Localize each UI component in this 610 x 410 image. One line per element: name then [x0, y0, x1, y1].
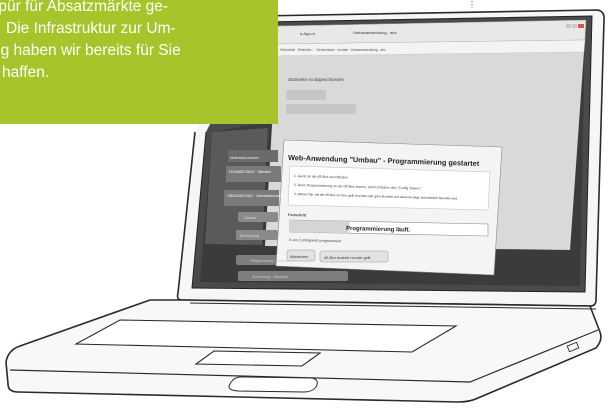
close-icon[interactable] — [578, 24, 584, 28]
callout-line-4: haffen. — [2, 64, 50, 81]
confirm-button-label[interactable]: dS-Box leuchtet rot oder gelb — [324, 256, 371, 260]
browser-address: s-App.nl — [300, 31, 315, 36]
progress-label: Fortschritt — [288, 213, 307, 217]
bottom-button-2-label: Einrichtung - Standard — [252, 275, 288, 279]
text-callout: espür für Absatzmärkte ge- Die Infrastru… — [0, 0, 278, 124]
callout-line-1: espür für Absatzmärkte ge- — [0, 0, 169, 15]
list-row-1 — [226, 166, 281, 182]
browser-bookmarks: Kleinarbeit · Reiseinfo... · Deutschland… — [280, 48, 386, 52]
browser-tab-label: Umbauanwendung - abc — [353, 30, 397, 35]
minimize-icon[interactable] — [566, 24, 571, 28]
app-left-column — [205, 128, 268, 245]
laptop-illustration: s-App.nl Umbauanwendung - abc Kleinarbei… — [0, 0, 610, 410]
side-button-2-label: Einrichtung — [240, 234, 259, 238]
bottom-button-1-label: Fertigmeldung - Standard — [250, 259, 291, 263]
list-row-2 — [224, 190, 279, 206]
cancel-button-label[interactable]: Abbrechen — [290, 255, 308, 259]
touchpad — [194, 350, 322, 367]
front-notch — [228, 376, 318, 393]
app-heading: Startseite ist abgeschlossen — [288, 77, 345, 82]
top-field-2 — [286, 104, 356, 114]
progress-fill — [290, 220, 350, 234]
list-item-1-text: 2014568715021 · Blindteil — [229, 170, 271, 174]
list-item-2-text: 7662519072421 · Schnellwechsel 0.... — [227, 194, 288, 198]
callout-line-3: ng haben wir bereits für Sie — [0, 42, 181, 59]
callout-line-2: Die Infrastruktur zur Um- — [6, 20, 176, 37]
maximize-icon[interactable] — [572, 24, 577, 28]
side-button-1-label: Umbau — [244, 216, 256, 220]
list-header: Materialnummer — [230, 155, 260, 160]
top-field-1 — [286, 90, 326, 100]
dotted-marker: ⋮ — [468, 0, 476, 9]
